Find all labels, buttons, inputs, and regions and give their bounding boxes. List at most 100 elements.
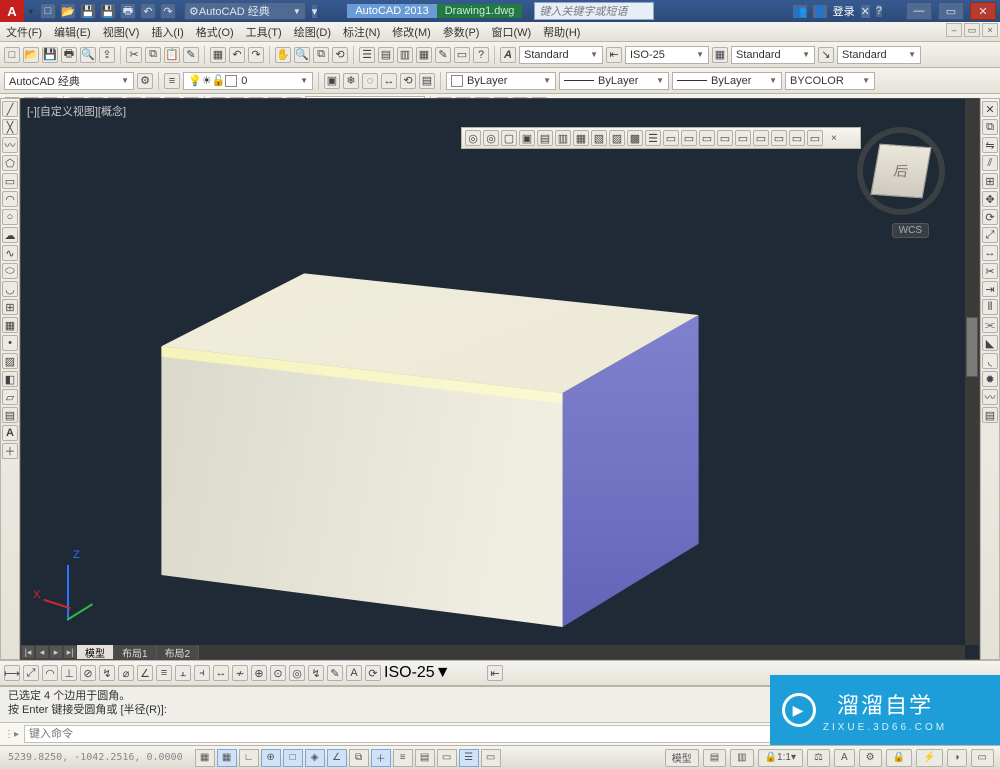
layeriso-icon[interactable]: ▣: [324, 73, 340, 89]
vs-s7-icon[interactable]: ▭: [771, 130, 787, 146]
toolbar-close-icon[interactable]: ×: [831, 133, 837, 144]
menu-insert[interactable]: 插入(I): [145, 24, 189, 40]
horizontal-scrollbar[interactable]: |◂ ◂ ▸ ▸| 模型 布局1 布局2: [21, 645, 965, 659]
ducs-toggle[interactable]: ⧉: [349, 749, 369, 767]
workspace-combo[interactable]: AutoCAD 经典▼: [4, 72, 134, 90]
linetype-combo[interactable]: ByLayer▼: [559, 72, 669, 90]
gradient-icon[interactable]: ◧: [2, 371, 18, 387]
ellipsearc-icon[interactable]: ◡: [2, 281, 18, 297]
vs-2dwire-icon[interactable]: ◎: [465, 130, 481, 146]
window-close-button[interactable]: ✕: [970, 2, 996, 20]
block-icon[interactable]: ▦: [2, 317, 18, 333]
dimjog-icon[interactable]: ↯: [99, 665, 115, 681]
3d-solid-box[interactable]: [141, 159, 821, 660]
preview-icon[interactable]: 🔍: [80, 47, 96, 63]
dimbase-icon[interactable]: ⫠: [175, 665, 191, 681]
am-toggle[interactable]: ▭: [481, 749, 501, 767]
new-icon[interactable]: □: [40, 3, 56, 19]
quickview-drawings-icon[interactable]: ▥: [730, 749, 753, 767]
ucs-icon[interactable]: Z X: [33, 549, 103, 629]
help-search-input[interactable]: 键入关键字或短语: [534, 2, 654, 20]
circle-icon[interactable]: ○: [2, 209, 18, 225]
undo2-icon[interactable]: ↶: [229, 47, 245, 63]
tab-layout1[interactable]: 布局1: [114, 645, 157, 660]
redo2-icon[interactable]: ↷: [248, 47, 264, 63]
spline-icon[interactable]: ∿: [2, 245, 18, 261]
revcloud-icon[interactable]: ☁: [2, 227, 18, 243]
zoomwin-icon[interactable]: ⧉: [313, 47, 329, 63]
vs-s9-icon[interactable]: ▭: [807, 130, 823, 146]
properties-icon[interactable]: ☰: [359, 47, 375, 63]
toolpalette-icon[interactable]: ▥: [397, 47, 413, 63]
cut-icon[interactable]: ✂: [126, 47, 142, 63]
grid-toggle[interactable]: ▦: [217, 749, 237, 767]
join-icon[interactable]: ⫘: [982, 317, 998, 333]
app-menu-button[interactable]: A: [0, 0, 24, 22]
open-icon[interactable]: 📂: [60, 3, 76, 19]
chamfer-icon[interactable]: ◣: [982, 335, 998, 351]
scale-icon[interactable]: ⤢: [982, 227, 998, 243]
plot-icon[interactable]: 🖶: [120, 3, 136, 19]
save-icon[interactable]: 💾: [42, 47, 58, 63]
menu-tools[interactable]: 工具(T): [240, 24, 288, 40]
extend-icon[interactable]: ⇥: [982, 281, 998, 297]
paste-icon[interactable]: 📋: [164, 47, 180, 63]
dimspace-icon[interactable]: ↔: [213, 665, 229, 681]
layermatch-icon[interactable]: ↔: [381, 73, 397, 89]
xline-icon[interactable]: ╳: [2, 119, 18, 135]
dimaligned-icon[interactable]: ⤢: [23, 665, 39, 681]
mdi-minimize-button[interactable]: –: [946, 23, 962, 37]
plotstyle-combo[interactable]: BYCOLOR▼: [785, 72, 875, 90]
vs-mgr-icon[interactable]: ☰: [645, 130, 661, 146]
layeroff-icon[interactable]: ◌: [362, 73, 378, 89]
addselected-icon[interactable]: ＋: [2, 443, 18, 459]
qp-toggle[interactable]: ▭: [437, 749, 457, 767]
dimord-icon[interactable]: ⊥: [61, 665, 77, 681]
vs-s5-icon[interactable]: ▭: [735, 130, 751, 146]
dimjogline-icon[interactable]: ↯: [308, 665, 324, 681]
save-icon[interactable]: 💾: [80, 3, 96, 19]
line-icon[interactable]: ╱: [2, 101, 18, 117]
infocenter-icon[interactable]: 👥: [793, 5, 807, 18]
undo-icon[interactable]: ↶: [140, 3, 156, 19]
dcenter-icon[interactable]: ▤: [378, 47, 394, 63]
cleanscreen-icon[interactable]: ▭: [971, 749, 994, 767]
stretch-icon[interactable]: ↔: [982, 245, 998, 261]
box-front-face[interactable]: [141, 159, 821, 660]
menu-window[interactable]: 窗口(W): [485, 24, 537, 40]
zoomprev-icon[interactable]: ⟲: [332, 47, 348, 63]
redo-icon[interactable]: ↷: [160, 3, 176, 19]
dimstyle-icon[interactable]: ⇤: [606, 47, 622, 63]
dimrad-icon[interactable]: ⊘: [80, 665, 96, 681]
osnap-toggle[interactable]: □: [283, 749, 303, 767]
annoauto-toggle[interactable]: A: [834, 749, 855, 767]
wcs-label[interactable]: WCS: [892, 223, 929, 238]
window-minimize-button[interactable]: —: [906, 2, 932, 20]
explode-icon[interactable]: ✹: [982, 371, 998, 387]
dimarc-icon[interactable]: ◠: [42, 665, 58, 681]
qat-customize-icon[interactable]: ▾: [312, 5, 318, 18]
signin-button[interactable]: 👤: [813, 5, 827, 18]
color-combo[interactable]: ByLayer▼: [446, 72, 556, 90]
mdi-restore-button[interactable]: ▭: [964, 23, 980, 37]
menu-edit[interactable]: 编辑(E): [48, 24, 97, 40]
dimupdate-icon[interactable]: ⟳: [365, 665, 381, 681]
centermark-icon[interactable]: ⊙: [270, 665, 286, 681]
offset-icon[interactable]: ⫽: [982, 155, 998, 171]
ortho-toggle[interactable]: ∟: [239, 749, 259, 767]
copy2-icon[interactable]: ⧉: [982, 119, 998, 135]
cmd-grip-icon[interactable]: ⋮: [4, 729, 14, 740]
vs-s1-icon[interactable]: ▭: [663, 130, 679, 146]
diminspect-icon[interactable]: ◎: [289, 665, 305, 681]
dimdia-icon[interactable]: ⌀: [118, 665, 134, 681]
pan-icon[interactable]: ✋: [275, 47, 291, 63]
saveas-icon[interactable]: 💾: [100, 3, 116, 19]
menu-help[interactable]: 帮助(H): [537, 24, 586, 40]
draworder-icon[interactable]: ▤: [982, 407, 998, 423]
pline-icon[interactable]: 〰: [2, 137, 18, 153]
mtext-icon[interactable]: A: [2, 425, 18, 441]
toolbar-lock-icon[interactable]: 🔒: [886, 749, 912, 767]
vs-s3-icon[interactable]: ▭: [699, 130, 715, 146]
tpy-toggle[interactable]: ▤: [415, 749, 435, 767]
annoscale-combo[interactable]: 🔒 1:1 ▾: [758, 749, 803, 767]
